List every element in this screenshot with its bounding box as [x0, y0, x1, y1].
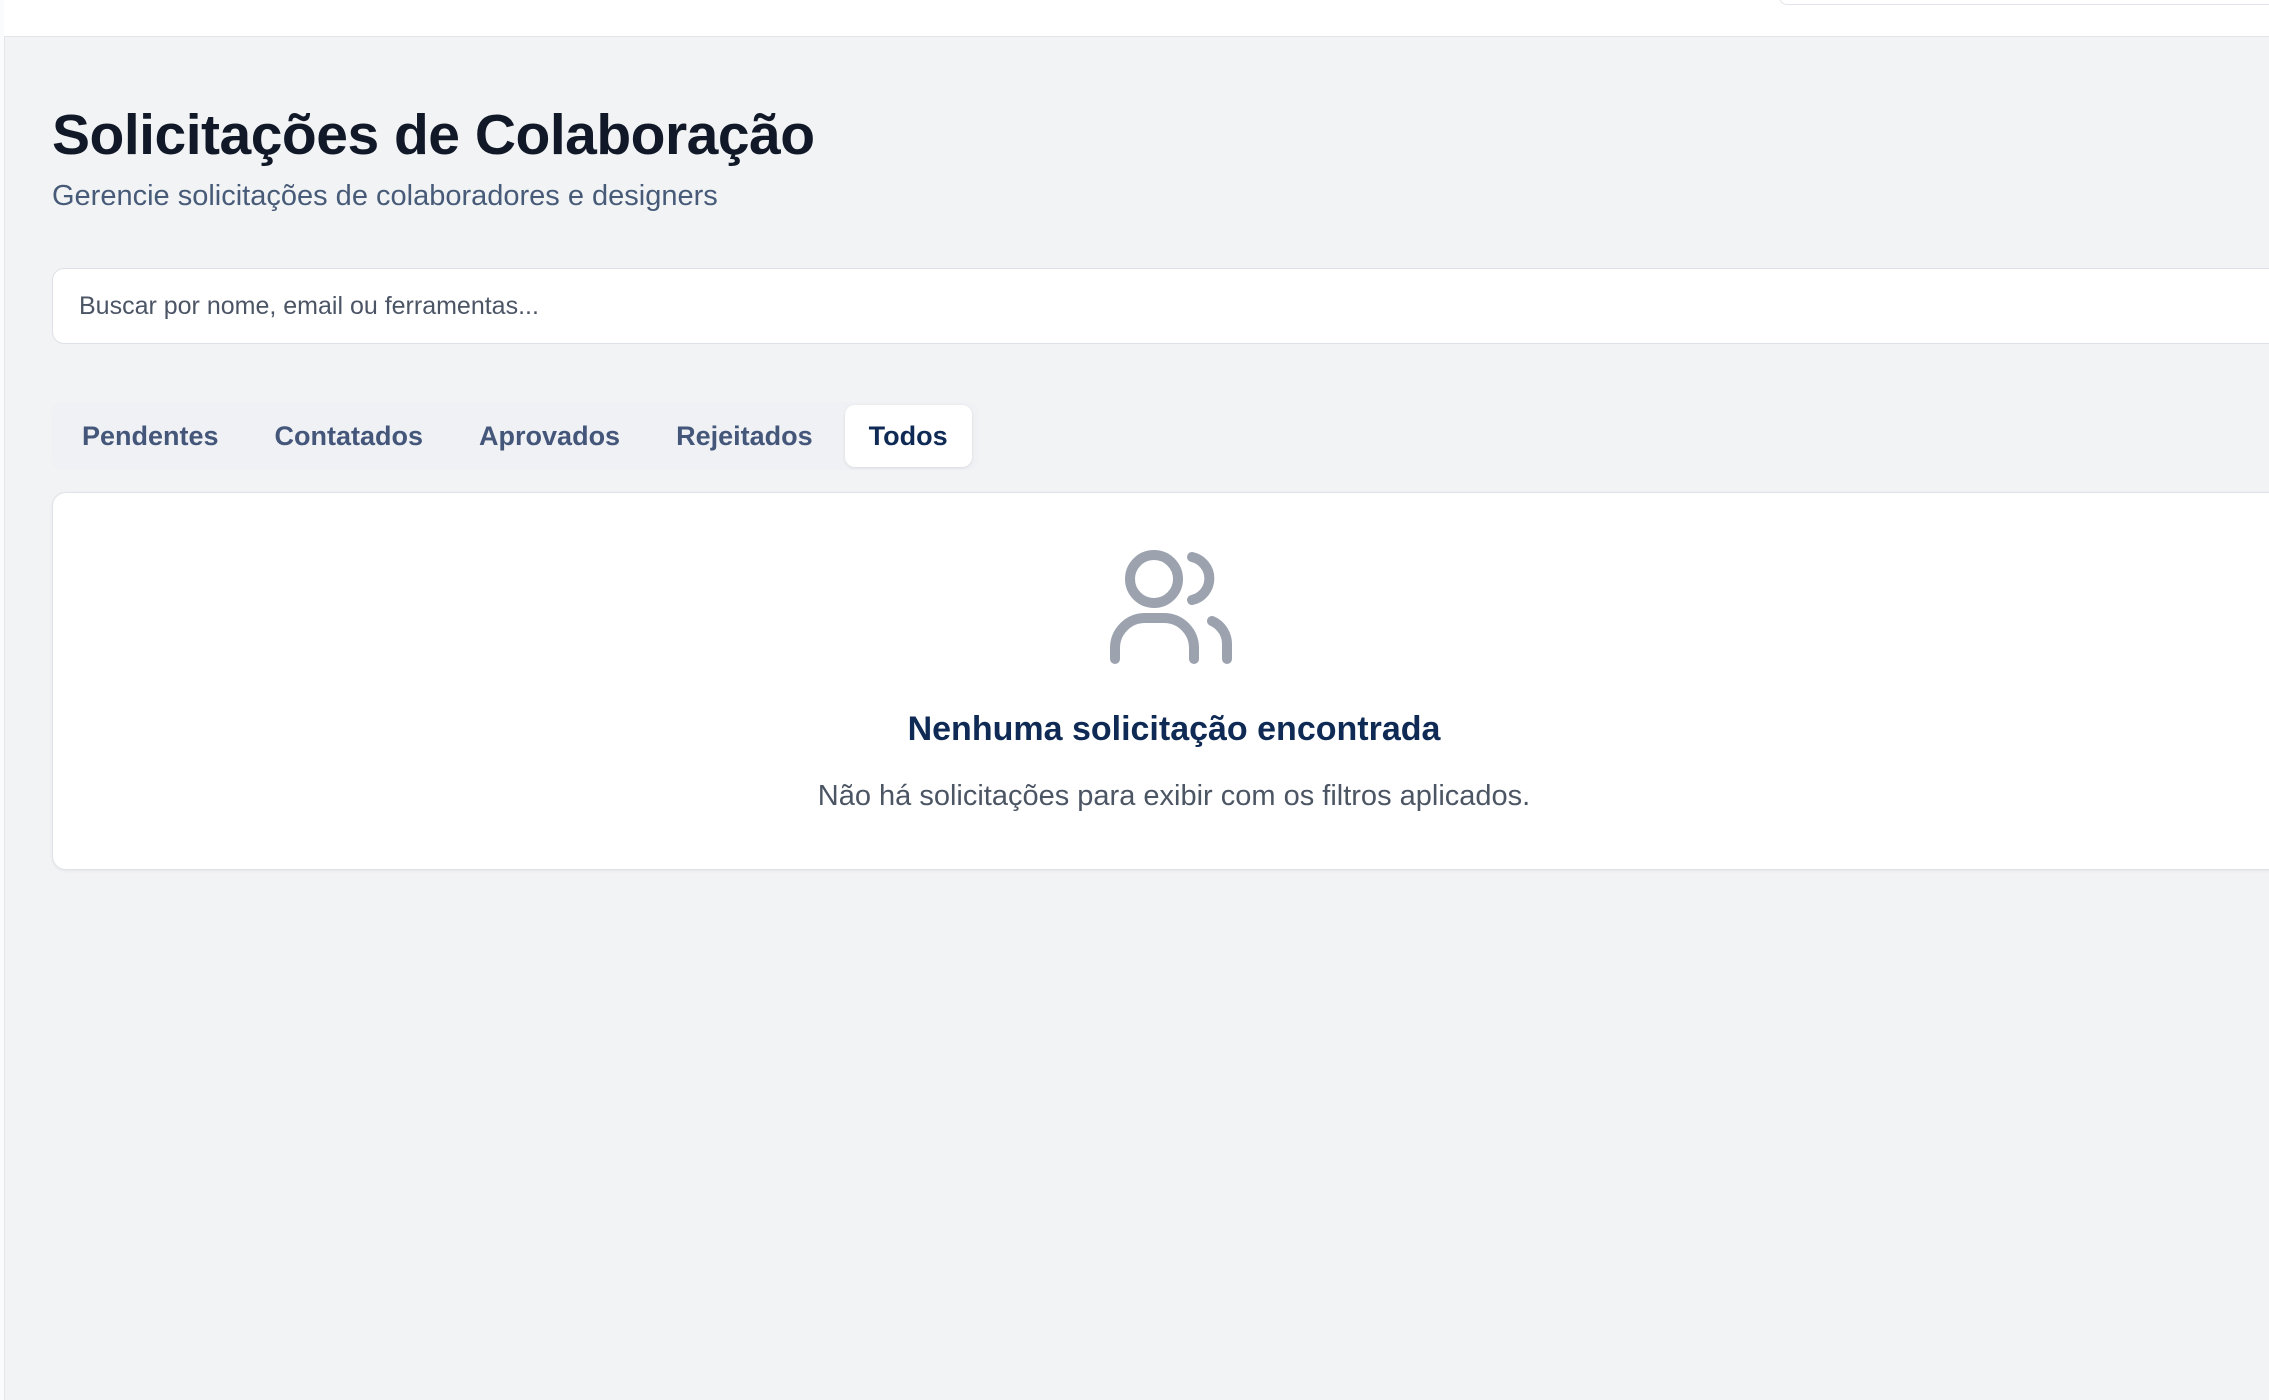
tab-pendentes[interactable]: Pendentes	[58, 405, 243, 467]
users-icon	[1110, 550, 1233, 664]
empty-state-title: Nenhuma solicitação encontrada	[907, 710, 1441, 748]
tab-contatados[interactable]: Contatados	[251, 405, 448, 467]
top-bar-control[interactable]	[1779, 0, 2269, 5]
tab-aprovados[interactable]: Aprovados	[455, 405, 644, 467]
page-title: Solicitações de Colaboração	[52, 103, 815, 167]
search-box	[52, 268, 2269, 344]
tab-rejeitados[interactable]: Rejeitados	[652, 405, 837, 467]
left-edge-divider	[0, 0, 5, 1400]
page-subtitle: Gerencie solicitações de colaboradores e…	[52, 180, 718, 212]
empty-state-description: Não há solicitações para exibir com os f…	[817, 780, 1531, 812]
top-bar	[4, 0, 2269, 37]
status-tabs: Pendentes Contatados Aprovados Rejeitado…	[52, 402, 978, 470]
tab-todos[interactable]: Todos	[844, 405, 972, 467]
search-input[interactable]	[53, 269, 2269, 343]
